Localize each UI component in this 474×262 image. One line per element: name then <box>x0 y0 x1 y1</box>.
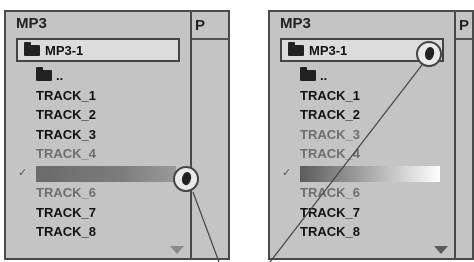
drag-hand-icon <box>173 166 199 192</box>
track-list-item[interactable]: TRACK_7 <box>280 203 446 223</box>
track-label: TRACK_4 <box>300 146 360 161</box>
track-list-item[interactable]: TRACK_8 <box>280 222 446 242</box>
track-label: TRACK_7 <box>300 204 360 220</box>
left-file-panel: MP3 MP3-1 .. TRACK_1 TRACK_2 TRACK_3 TRACK_4… <box>4 10 192 260</box>
track-list-item[interactable]: TRACK_2 <box>16 105 182 125</box>
folder-icon <box>288 41 304 56</box>
current-folder-box[interactable]: MP3-1 <box>16 38 180 62</box>
track-label: TRACK_1 <box>300 87 360 103</box>
track-label: TRACK_6 <box>300 185 360 200</box>
side-tab[interactable]: P <box>456 10 474 260</box>
track-list-item[interactable]: TRACK_8 <box>16 222 182 242</box>
track-list: .. TRACK_1 TRACK_2 TRACK_3 TRACK_4 ✓ TRACK_6 TR… <box>16 66 182 242</box>
folder-icon <box>24 41 40 56</box>
track-list: .. TRACK_1 TRACK_2 TRACK_3 TRACK_4 ✓ TRACK_6 TR… <box>280 66 446 242</box>
track-list-item[interactable]: ✓ <box>280 164 446 184</box>
tab-label: P <box>459 17 470 34</box>
panel-title: MP3 <box>16 15 47 32</box>
side-tab[interactable]: P <box>192 10 230 260</box>
track-label: TRACK_3 <box>300 126 360 142</box>
parent-folder-item[interactable]: .. <box>16 66 182 86</box>
track-list-item[interactable]: TRACK_3 <box>16 125 182 145</box>
track-label: TRACK_8 <box>36 224 96 239</box>
selection-highlight <box>300 165 440 182</box>
folder-name: MP3-1 <box>309 42 348 58</box>
track-label: TRACK_8 <box>300 224 360 239</box>
track-list-item[interactable]: TRACK_6 <box>280 183 446 203</box>
track-list-item[interactable]: TRACK_1 <box>280 86 446 106</box>
selection-highlight <box>36 165 176 182</box>
check-icon: ✓ <box>18 166 28 179</box>
track-label: TRACK_2 <box>300 107 360 122</box>
scroll-down-icon[interactable] <box>170 246 184 254</box>
track-label: TRACK_6 <box>36 185 96 200</box>
track-list-item[interactable]: TRACK_4 <box>16 144 182 164</box>
track-list-item[interactable]: TRACK_1 <box>16 86 182 106</box>
track-label: TRACK_2 <box>36 107 96 122</box>
track-list-item[interactable]: TRACK_6 <box>16 183 182 203</box>
track-list-item[interactable]: TRACK_2 <box>280 105 446 125</box>
track-label: .. <box>320 68 328 83</box>
track-list-item[interactable]: TRACK_4 <box>280 144 446 164</box>
track-list-item[interactable]: TRACK_3 <box>280 125 446 145</box>
track-label: TRACK_3 <box>36 126 96 142</box>
panel-title: MP3 <box>280 15 311 32</box>
track-label: .. <box>56 68 64 83</box>
parent-folder-item[interactable]: .. <box>280 66 446 86</box>
tab-body <box>456 38 472 258</box>
check-icon: ✓ <box>282 166 292 179</box>
folder-icon <box>300 67 316 81</box>
drag-hand-icon <box>416 41 442 67</box>
scroll-down-icon[interactable] <box>434 246 448 254</box>
folder-name: MP3-1 <box>45 42 84 58</box>
track-list-item[interactable]: TRACK_7 <box>16 203 182 223</box>
track-label: TRACK_4 <box>36 146 96 161</box>
track-label: TRACK_1 <box>36 87 96 103</box>
track-label: TRACK_7 <box>36 204 96 220</box>
track-list-item[interactable]: ✓ <box>16 164 182 184</box>
tab-label: P <box>195 17 206 34</box>
folder-icon <box>36 67 52 81</box>
tab-body <box>192 38 228 258</box>
